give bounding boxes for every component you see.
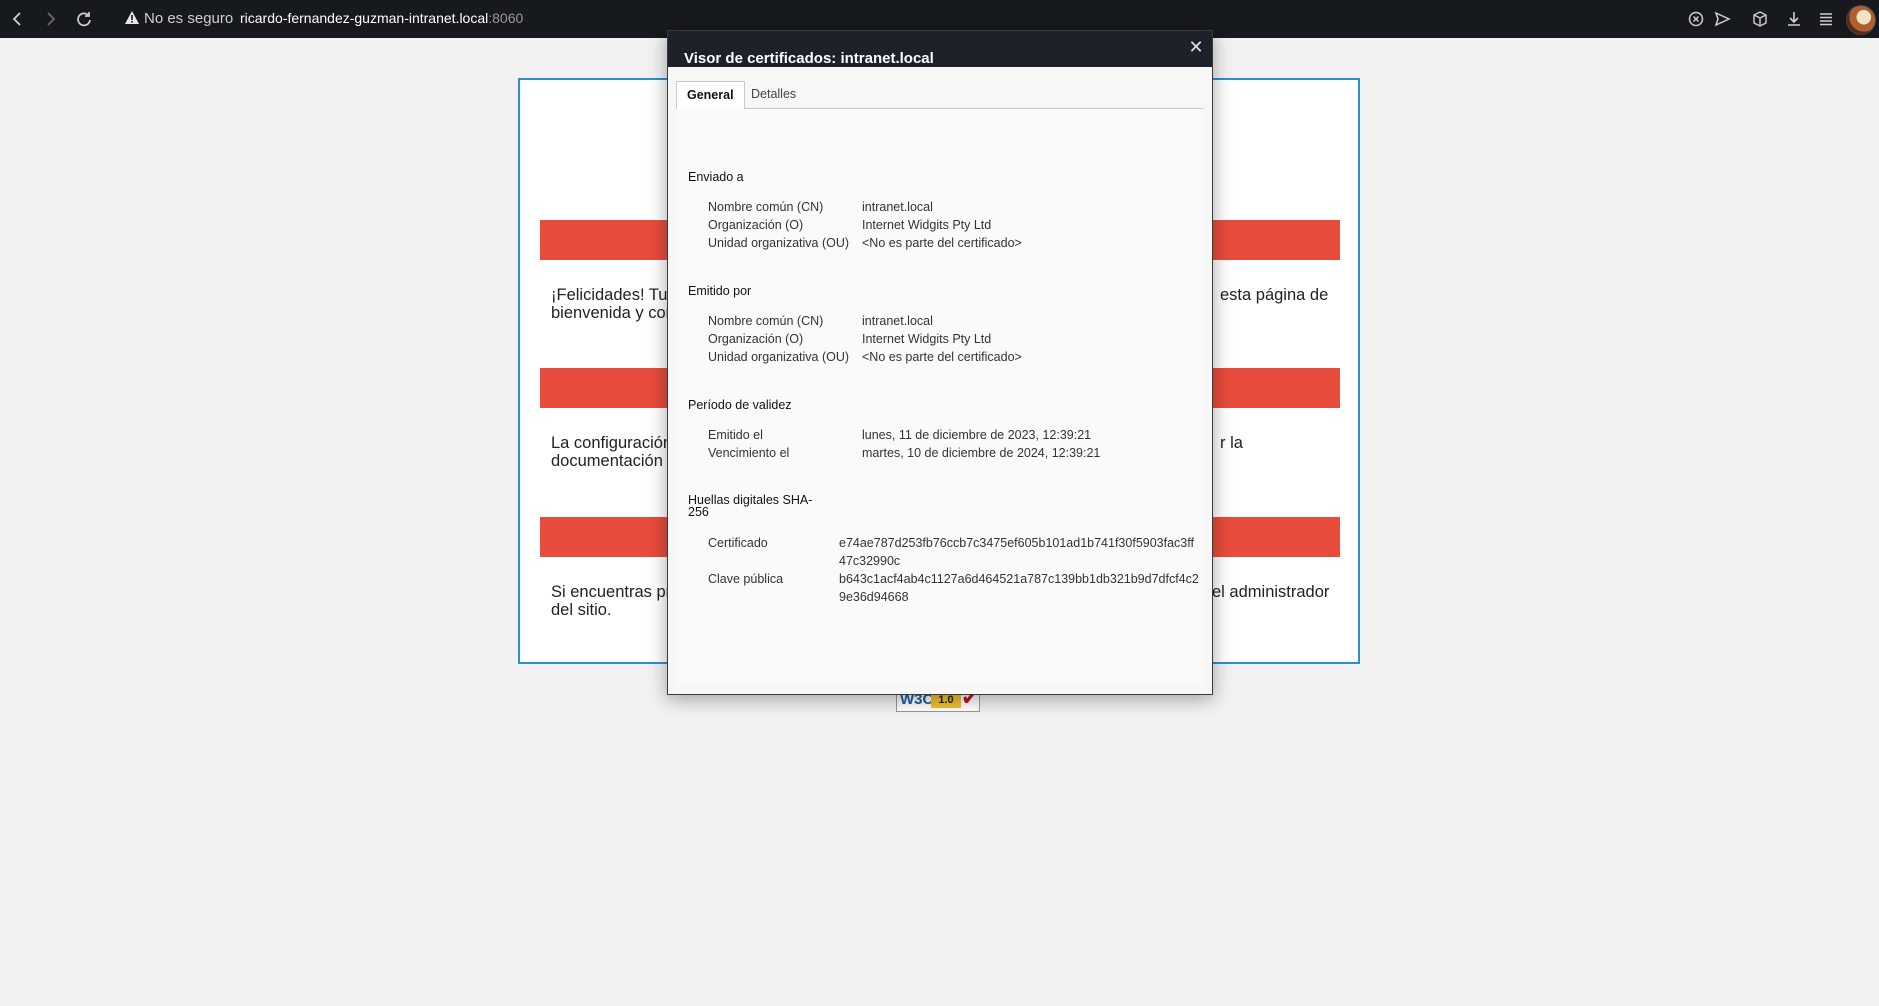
url-host: ricardo-fernandez-guzman-intranet.local xyxy=(240,10,489,26)
issued-to-ou-value: <No es parte del certificado> xyxy=(862,236,1022,250)
general-tab-content: Enviado a Nombre común (CN) intranet.loc… xyxy=(676,109,1204,685)
issued-by-ou-label: Unidad organizativa (OU) xyxy=(708,350,850,364)
issued-to-ou-label: Unidad organizativa (OU) xyxy=(708,236,850,250)
security-indicator[interactable]: No es seguro xyxy=(124,10,233,27)
url-port: :8060 xyxy=(488,10,524,26)
issued-on-label: Emitido el xyxy=(708,428,763,442)
key-fingerprint-value: b643c1acf4ab4c1127a6d464521a787c139bb1db… xyxy=(839,572,1199,604)
address-bar[interactable]: ricardo-fernandez-guzman-intranet.local:… xyxy=(240,10,523,26)
menu-icon[interactable] xyxy=(1816,9,1836,29)
issued-by-title: Emitido por xyxy=(688,284,752,298)
send-icon[interactable] xyxy=(1712,9,1732,29)
para1-left2: bienvenida y con xyxy=(551,304,675,322)
para3-left2: del sitio. xyxy=(551,601,612,619)
para3-right: el administrador xyxy=(1212,583,1330,601)
avatar[interactable] xyxy=(1846,5,1876,35)
cert-fingerprint-label: Certificado xyxy=(708,536,768,550)
download-icon[interactable] xyxy=(1784,9,1804,29)
issued-on-value: lunes, 11 de diciembre de 2023, 12:39:21 xyxy=(862,428,1092,442)
dialog-title: Visor de certificados: intranet.local xyxy=(684,50,934,67)
back-icon[interactable] xyxy=(8,9,28,29)
cert-fingerprint-value: e74ae787d253fb76ccb7c3475ef605b101ad1b74… xyxy=(839,536,1194,568)
issued-to-cn-value: intranet.local xyxy=(862,200,933,214)
certificate-viewer-dialog: Visor de certificados: intranet.local ✕ … xyxy=(667,30,1213,695)
validity-title: Período de validez xyxy=(688,398,792,412)
issued-by-cn-label: Nombre común (CN) xyxy=(708,314,824,328)
para2-left2: documentación e xyxy=(551,452,677,470)
para1-right: esta página de xyxy=(1220,286,1329,304)
tab-general[interactable]: General xyxy=(676,81,745,110)
issued-to-o-label: Organización (O) xyxy=(708,218,804,232)
para2-left: La configuración xyxy=(551,434,673,452)
shield-icon[interactable] xyxy=(1686,9,1706,29)
issued-by-cn-value: intranet.local xyxy=(862,314,933,328)
reload-icon[interactable] xyxy=(74,9,94,29)
issued-by-ou-value: <No es parte del certificado> xyxy=(862,350,1022,364)
issued-by-o-label: Organización (O) xyxy=(708,332,804,346)
security-label: No es seguro xyxy=(144,10,234,27)
key-fingerprint-label: Clave pública xyxy=(708,572,784,586)
issued-to-o-value: Internet Widgits Pty Ltd xyxy=(862,218,992,232)
para2-right: r la xyxy=(1220,434,1243,452)
forward-icon[interactable] xyxy=(40,9,60,29)
dialog-tabs: General Detalles xyxy=(676,81,1204,110)
para3-left: Si encuentras pr xyxy=(551,583,672,601)
warning-icon xyxy=(124,10,140,26)
fingerprints-title: Huellas digitales SHA-256 xyxy=(688,493,813,519)
dialog-header: Visor de certificados: intranet.local ✕ xyxy=(668,31,1212,67)
box-icon[interactable] xyxy=(1750,9,1770,29)
para1-left: ¡Felicidades! Tu xyxy=(551,286,668,304)
issued-by-o-value: Internet Widgits Pty Ltd xyxy=(862,332,992,346)
tab-details[interactable]: Detalles xyxy=(741,81,806,107)
expires-on-label: Vencimiento el xyxy=(708,446,790,460)
expires-on-value: martes, 10 de diciembre de 2024, 12:39:2… xyxy=(862,446,1101,460)
issued-to-cn-label: Nombre común (CN) xyxy=(708,200,824,214)
issued-to-title: Enviado a xyxy=(688,170,744,184)
close-icon[interactable]: ✕ xyxy=(1187,38,1205,56)
